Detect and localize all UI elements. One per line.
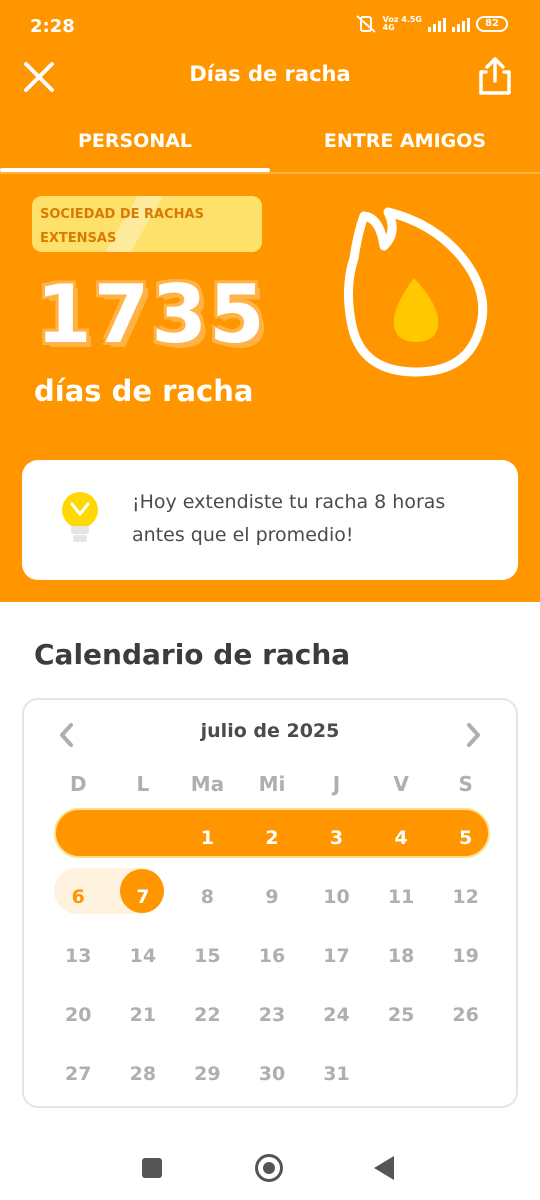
calendar-day[interactable]: 17 — [304, 926, 369, 985]
streak-count: 1735 — [36, 268, 267, 361]
calendar-week: 6 7 8 9 10 11 12 — [46, 867, 498, 926]
calendar-day-today[interactable]: 7 — [111, 867, 176, 926]
calendar-day[interactable]: 22 — [175, 985, 240, 1044]
tab-divider — [0, 172, 540, 174]
calendar-day[interactable]: 20 — [46, 985, 111, 1044]
app-header: Días de racha — [0, 54, 540, 98]
weekday-label: S — [458, 772, 473, 796]
status-icons: Voz 4.5G 4G 82 — [355, 14, 508, 34]
calendar-day[interactable]: 2 — [240, 808, 305, 867]
calendar-day[interactable]: 23 — [240, 985, 305, 1044]
tab-active-indicator — [0, 168, 270, 172]
calendar-day-empty — [369, 1044, 434, 1103]
weekday-label: L — [136, 772, 150, 796]
calendar-day[interactable]: 6 — [46, 867, 111, 926]
streak-society-badge[interactable]: SOCIEDAD DE RACHAS EXTENSAS — [32, 196, 262, 252]
calendar-day[interactable]: 11 — [369, 867, 434, 926]
calendar-day[interactable]: 10 — [304, 867, 369, 926]
calendar-day[interactable]: 16 — [240, 926, 305, 985]
calendar-week: 27 28 29 30 31 — [46, 1044, 498, 1103]
battery-icon: 82 — [476, 16, 508, 32]
calendar-title: Calendario de racha — [34, 638, 351, 671]
weekday-label: Mi — [258, 772, 286, 796]
signal-icon — [428, 16, 446, 32]
calendar-day[interactable]: 18 — [369, 926, 434, 985]
calendar-day[interactable]: 19 — [433, 926, 498, 985]
streak-label: días de racha — [34, 374, 254, 408]
home-icon[interactable] — [255, 1154, 283, 1182]
calendar-day[interactable]: 29 — [175, 1044, 240, 1103]
calendar-day[interactable]: 21 — [111, 985, 176, 1044]
page-title: Días de racha — [189, 62, 351, 86]
tab-personal[interactable]: PERSONAL — [0, 110, 270, 174]
calendar-day[interactable]: 13 — [46, 926, 111, 985]
weekday-label: Ma — [190, 772, 225, 796]
recents-icon[interactable] — [142, 1158, 162, 1178]
streak-calendar: julio de 2025 D L Ma Mi J V S 1 2 3 4 5 … — [22, 698, 518, 1108]
calendar-day[interactable]: 5 — [433, 808, 498, 867]
calendar-day[interactable]: 3 — [304, 808, 369, 867]
status-bar: 2:28 Voz 4.5G 4G 82 — [0, 0, 540, 54]
system-nav-bar — [0, 1140, 540, 1200]
calendar-day-empty — [111, 808, 176, 867]
calendar-day[interactable]: 25 — [369, 985, 434, 1044]
status-time: 2:28 — [30, 16, 75, 37]
network-indicator: Voz 4.5G 4G — [382, 15, 422, 32]
flame-icon — [343, 207, 488, 377]
chevron-right-icon[interactable] — [460, 720, 486, 750]
share-icon[interactable] — [476, 56, 514, 96]
weekday-row: D L Ma Mi J V S — [46, 760, 498, 808]
calendar-day[interactable]: 28 — [111, 1044, 176, 1103]
back-icon[interactable] — [374, 1156, 394, 1180]
calendar-week: 1 2 3 4 5 — [46, 808, 498, 867]
calendar-day[interactable]: 31 — [304, 1044, 369, 1103]
calendar-day[interactable]: 26 — [433, 985, 498, 1044]
lightbulb-icon — [62, 492, 98, 542]
calendar-grid: D L Ma Mi J V S 1 2 3 4 5 6 7 8 9 10 11 … — [46, 760, 498, 1103]
calendar-day[interactable]: 12 — [433, 867, 498, 926]
mute-vibrate-icon — [355, 15, 376, 33]
calendar-day[interactable]: 9 — [240, 867, 305, 926]
badge-label: SOCIEDAD DE RACHAS EXTENSAS — [40, 207, 204, 246]
tip-card: ¡Hoy extendiste tu racha 8 horas antes q… — [22, 460, 518, 580]
tab-entre-amigos[interactable]: ENTRE AMIGOS — [270, 110, 540, 174]
weekday-label: J — [332, 772, 341, 796]
calendar-day[interactable]: 4 — [369, 808, 434, 867]
weekday-label: D — [69, 772, 87, 796]
calendar-day[interactable]: 24 — [304, 985, 369, 1044]
calendar-week: 20 21 22 23 24 25 26 — [46, 985, 498, 1044]
calendar-day[interactable]: 8 — [175, 867, 240, 926]
calendar-day[interactable]: 27 — [46, 1044, 111, 1103]
calendar-day[interactable]: 30 — [240, 1044, 305, 1103]
calendar-day-empty — [433, 1044, 498, 1103]
tab-bar: PERSONAL ENTRE AMIGOS — [0, 110, 540, 174]
weekday-label: V — [393, 772, 409, 796]
calendar-day-empty — [46, 808, 111, 867]
signal-icon-2 — [452, 16, 470, 32]
tip-text: ¡Hoy extendiste tu racha 8 horas antes q… — [132, 491, 446, 546]
calendar-week: 13 14 15 16 17 18 19 — [46, 926, 498, 985]
calendar-month: julio de 2025 — [200, 720, 340, 742]
calendar-day[interactable]: 15 — [175, 926, 240, 985]
calendar-day[interactable]: 1 — [175, 808, 240, 867]
calendar-day[interactable]: 14 — [111, 926, 176, 985]
